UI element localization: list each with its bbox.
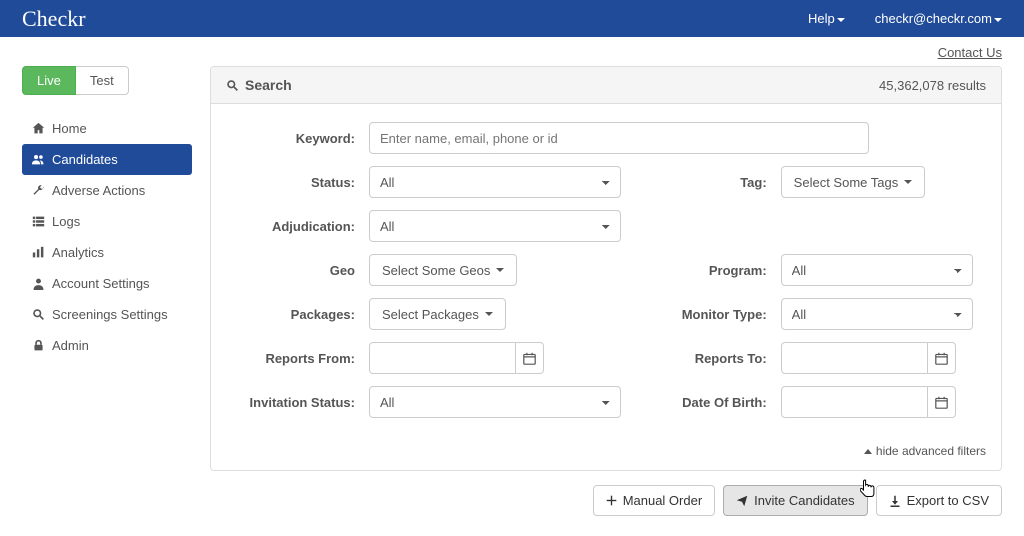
search-icon (226, 79, 239, 92)
reports-to-label: Reports To: (621, 351, 781, 366)
adjudication-label: Adjudication: (239, 219, 369, 234)
calendar-icon (935, 396, 948, 409)
search-form: Keyword: Status: All Tag: Select Some Ta… (211, 104, 1001, 440)
main-content: Search 45,362,078 results Keyword: Statu… (210, 66, 1002, 516)
dob-calendar-button[interactable] (928, 386, 956, 418)
home-icon (32, 122, 45, 135)
monitor-type-label: Monitor Type: (621, 307, 781, 322)
reports-from-label: Reports From: (239, 351, 369, 366)
chevron-down-icon (496, 268, 504, 272)
list-icon (32, 215, 45, 228)
manual-order-label: Manual Order (623, 493, 702, 508)
plus-icon (606, 495, 617, 506)
send-icon (736, 495, 748, 507)
tag-label: Tag: (621, 175, 781, 190)
invite-candidates-label: Invite Candidates (754, 493, 854, 508)
sidebar-label: Analytics (52, 245, 104, 260)
tag-dropdown[interactable]: Select Some Tags (781, 166, 926, 198)
bar-chart-icon (32, 246, 45, 259)
program-label: Program: (621, 263, 781, 278)
sidebar-label: Candidates (52, 152, 118, 167)
program-select[interactable]: All (781, 254, 973, 286)
sidebar: Live Test Home Candidates Adverse Action… (22, 66, 192, 516)
results-count: 45,362,078 results (879, 78, 986, 93)
sidebar-label: Screenings Settings (52, 307, 168, 322)
status-label: Status: (239, 175, 369, 190)
sidebar-label: Adverse Actions (52, 183, 145, 198)
sidebar-item-adverse-actions[interactable]: Adverse Actions (22, 175, 192, 206)
sidebar-item-home[interactable]: Home (22, 113, 192, 144)
geo-label: Geo (239, 263, 369, 278)
reports-to-input[interactable] (781, 342, 928, 374)
brand-logo: Checkr (22, 6, 86, 32)
hide-advanced-filters-link[interactable]: hide advanced filters (211, 440, 1001, 470)
calendar-icon (523, 352, 536, 365)
keyword-label: Keyword: (239, 131, 369, 146)
export-csv-button[interactable]: Export to CSV (876, 485, 1002, 516)
geo-dropdown-label: Select Some Geos (382, 263, 490, 278)
export-csv-label: Export to CSV (907, 493, 989, 508)
sidebar-label: Home (52, 121, 87, 136)
user-menu[interactable]: checkr@checkr.com (875, 11, 1002, 26)
packages-dropdown-label: Select Packages (382, 307, 479, 322)
geo-dropdown[interactable]: Select Some Geos (369, 254, 517, 286)
sidebar-label: Logs (52, 214, 80, 229)
invitation-status-select[interactable]: All (369, 386, 621, 418)
chevron-down-icon (994, 18, 1002, 22)
adjudication-select[interactable]: All (369, 210, 621, 242)
search-panel-header: Search 45,362,078 results (211, 67, 1001, 104)
sidebar-item-account-settings[interactable]: Account Settings (22, 268, 192, 299)
search-panel: Search 45,362,078 results Keyword: Statu… (210, 66, 1002, 471)
user-email-label: checkr@checkr.com (875, 11, 992, 26)
calendar-icon (935, 352, 948, 365)
search-title: Search (245, 77, 292, 93)
lock-icon (32, 339, 45, 352)
reports-from-input[interactable] (369, 342, 516, 374)
hide-filters-label: hide advanced filters (876, 444, 986, 458)
env-test-button[interactable]: Test (76, 66, 129, 95)
main-container: Live Test Home Candidates Adverse Action… (0, 60, 1024, 536)
sidebar-item-logs[interactable]: Logs (22, 206, 192, 237)
manual-order-button[interactable]: Manual Order (593, 485, 715, 516)
invitation-status-label: Invitation Status: (239, 395, 369, 410)
sidebar-item-candidates[interactable]: Candidates (22, 144, 192, 175)
chevron-down-icon (904, 180, 912, 184)
action-buttons-row: Manual Order Invite Candidates Export to… (210, 485, 1002, 516)
monitor-type-select[interactable]: All (781, 298, 973, 330)
search-icon (32, 308, 45, 321)
users-icon (32, 153, 45, 166)
invite-candidates-button[interactable]: Invite Candidates (723, 485, 867, 516)
sidebar-item-screenings-settings[interactable]: Screenings Settings (22, 299, 192, 330)
user-icon (32, 277, 45, 290)
environment-toggle: Live Test (22, 66, 192, 95)
keyword-input[interactable] (369, 122, 869, 154)
sidebar-label: Account Settings (52, 276, 150, 291)
packages-dropdown[interactable]: Select Packages (369, 298, 506, 330)
top-nav: Checkr Help checkr@checkr.com (0, 0, 1024, 37)
side-nav: Home Candidates Adverse Actions Logs Ana… (22, 113, 192, 361)
dob-label: Date Of Birth: (621, 395, 781, 410)
sidebar-item-analytics[interactable]: Analytics (22, 237, 192, 268)
env-live-button[interactable]: Live (22, 66, 76, 95)
tag-dropdown-label: Select Some Tags (794, 175, 899, 190)
dob-input[interactable] (781, 386, 928, 418)
chevron-down-icon (837, 18, 845, 22)
chevron-up-icon (864, 449, 872, 454)
status-select[interactable]: All (369, 166, 621, 198)
reports-from-calendar-button[interactable] (516, 342, 544, 374)
reports-to-calendar-button[interactable] (928, 342, 956, 374)
chevron-down-icon (485, 312, 493, 316)
top-nav-right: Help checkr@checkr.com (808, 11, 1002, 26)
help-label: Help (808, 11, 835, 26)
contact-us-link[interactable]: Contact Us (938, 45, 1002, 60)
packages-label: Packages: (239, 307, 369, 322)
contact-row: Contact Us (0, 37, 1024, 60)
sidebar-label: Admin (52, 338, 89, 353)
help-menu[interactable]: Help (808, 11, 845, 26)
wrench-icon (32, 184, 45, 197)
download-icon (889, 495, 901, 507)
sidebar-item-admin[interactable]: Admin (22, 330, 192, 361)
